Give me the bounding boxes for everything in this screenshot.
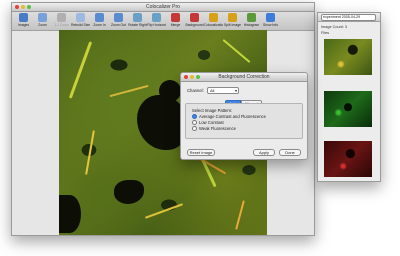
chevron-down-icon: ▾	[234, 88, 237, 93]
option-label: Weak Fluorescence	[199, 126, 236, 131]
toolbar-button-colocalization[interactable]: Colocalization	[204, 12, 223, 27]
image-pattern-group: Select Image Pattern: Average Contrast a…	[185, 103, 303, 139]
option-average-contrast[interactable]: Average Contrast and Fluorescence	[192, 114, 266, 119]
thumbnail-green[interactable]	[324, 91, 372, 127]
toolbar-button-label: Rebuild Size	[71, 23, 90, 27]
flip-horizontal-icon	[152, 13, 161, 22]
dialog-titlebar: Background Correction	[181, 73, 307, 82]
main-window-title: Colocalizer Pro	[146, 4, 180, 10]
toolbar-button-rebuild-size[interactable]: Rebuild Size	[71, 12, 90, 27]
background-correction-dialog: Background Correction Channel: All ▾ Aut…	[180, 72, 308, 160]
toolbar-button-label: Images	[17, 23, 30, 27]
image-count-value: 3	[344, 25, 347, 29]
actual-size-icon	[57, 13, 66, 22]
toolbar-button-background[interactable]: Background	[185, 12, 204, 27]
toolbar-button-label: Zoom Out	[110, 23, 127, 27]
toolbar-button-label: Split Image	[224, 23, 241, 27]
image-browser-panel: experiment 2005-04-29 Image Count: 3 Fil…	[317, 12, 381, 182]
radio-selected-icon	[192, 114, 197, 119]
toolbar-button-label: Flip Horizontal	[147, 23, 166, 27]
image-dark-region	[159, 80, 181, 102]
toolbar-button-split-image[interactable]: Split Image	[223, 12, 242, 27]
images-icon	[19, 13, 28, 22]
background-icon	[190, 13, 199, 22]
side-panel-titlebar: experiment 2005-04-29	[318, 13, 380, 22]
toolbar-button-merge[interactable]: Merge	[166, 12, 185, 27]
image-stained-structure	[235, 200, 245, 230]
image-count-row: Image Count: 3	[318, 22, 380, 30]
image-dark-region	[114, 180, 144, 204]
dialog-title: Background Correction	[218, 74, 270, 80]
zoom-out-icon	[114, 13, 123, 22]
option-low-contrast[interactable]: Low Contrast	[192, 120, 224, 125]
toolbar-button-zoom[interactable]: Zoom	[33, 12, 52, 27]
colocalization-icon	[209, 13, 218, 22]
main-titlebar: Colocalizer Pro	[12, 3, 314, 12]
toolbar-button-rotate-right[interactable]: Rotate Right	[128, 12, 147, 27]
channel-label: Channel:	[187, 88, 204, 93]
toolbar-button-label: Zoom	[38, 23, 47, 27]
apply-button[interactable]: Apply	[253, 149, 275, 156]
histogram-icon	[247, 13, 256, 22]
image-stained-structure	[68, 41, 93, 99]
rotate-right-icon	[133, 13, 142, 22]
channel-select-value: All	[210, 88, 215, 93]
toolbar-button-label: Colocalization	[204, 23, 223, 27]
rebuild-size-icon	[76, 13, 85, 22]
image-stained-structure	[144, 203, 184, 219]
experiment-selector[interactable]: experiment 2005-04-29	[321, 14, 376, 21]
toolbar-button-images[interactable]: Images	[14, 12, 33, 27]
toolbar-button-label: Rotate Right	[128, 23, 147, 27]
split-image-icon	[228, 13, 237, 22]
toolbar-button-1-1-zoom[interactable]: 1:1 Zoom	[52, 12, 71, 27]
option-label: Low Contrast	[199, 120, 224, 125]
zoom-in-icon	[95, 13, 104, 22]
merge-icon	[171, 13, 180, 22]
thumbnail-red[interactable]	[324, 141, 372, 177]
thumbnail-merged[interactable]	[324, 39, 372, 75]
reset-image-button[interactable]: Reset Image	[187, 149, 215, 156]
image-pattern-heading: Select Image Pattern:	[192, 108, 233, 113]
toolbar-button-show-info[interactable]: Show Info	[261, 12, 280, 27]
toolbar-button-flip-horizontal[interactable]: Flip Horizontal	[147, 12, 166, 27]
zoom-icon	[38, 13, 47, 22]
toolbar-button-label: Histogram	[243, 23, 260, 27]
toolbar-button-histogram[interactable]: Histogram	[242, 12, 261, 27]
image-dark-region	[59, 195, 81, 233]
main-toolbar: Images Zoom 1:1 Zoom Rebuild Size Zoom In Zoo…	[12, 12, 314, 31]
toolbar-button-label: Merge	[170, 23, 181, 27]
toolbar-button-label: Background	[185, 23, 204, 27]
image-stained-structure	[109, 84, 149, 98]
image-count-label: Image Count:	[321, 25, 344, 29]
option-label: Average Contrast and Fluorescence	[199, 114, 266, 119]
done-button[interactable]: Done	[279, 149, 301, 156]
files-label: Files	[321, 31, 330, 35]
radio-icon	[192, 120, 197, 125]
image-stained-structure	[222, 38, 251, 64]
option-weak-fluorescence[interactable]: Weak Fluorescence	[192, 126, 236, 131]
toolbar-button-label: Zoom In	[93, 23, 106, 27]
channel-select[interactable]: All ▾	[207, 87, 239, 94]
radio-icon	[192, 126, 197, 131]
toolbar-button-zoom-in[interactable]: Zoom In	[90, 12, 109, 27]
toolbar-button-label: 1:1 Zoom	[54, 23, 69, 27]
info-icon	[266, 13, 275, 22]
image-stained-structure	[85, 130, 95, 175]
toolbar-button-zoom-out[interactable]: Zoom Out	[109, 12, 128, 27]
toolbar-button-label: Show Info	[262, 23, 279, 27]
